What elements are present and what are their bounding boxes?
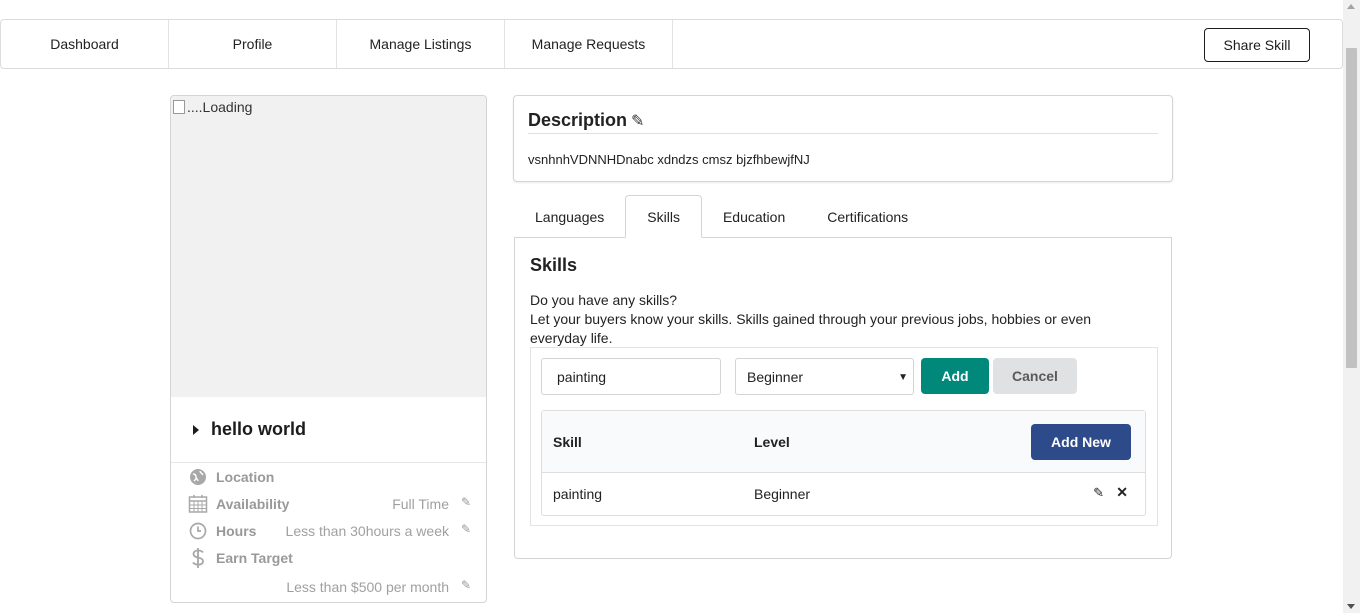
profile-info: Location Availability Full Time ✎ Hours … [171, 464, 486, 595]
hours-edit-icon[interactable]: ✎ [461, 522, 471, 536]
row-level: Beginner [754, 486, 811, 502]
tab-skills[interactable]: Skills [625, 195, 702, 238]
profile-tabs: Languages Skills Education Certification… [514, 195, 929, 238]
description-header: Description ✎ [528, 108, 1158, 134]
edit-row-icon[interactable]: ✎ [1093, 485, 1104, 501]
profile-photo[interactable]: ....Loading [171, 96, 486, 397]
skills-table: Skill Level Add New painting Beginner ✎ … [541, 410, 1146, 516]
dollar-icon [188, 548, 208, 568]
tab-languages[interactable]: Languages [514, 195, 625, 238]
top-nav: Dashboard Profile Manage Listings Manage… [0, 19, 1343, 69]
skills-table-header: Skill Level Add New [542, 411, 1145, 473]
profile-card: ....Loading hello world Location Availab… [170, 95, 487, 603]
cancel-button[interactable]: Cancel [993, 358, 1077, 394]
location-label: Location [216, 469, 275, 485]
delete-row-icon[interactable]: ✕ [1116, 484, 1128, 501]
skills-form-box: Beginner ▼ Add Cancel Skill Level Add Ne… [530, 347, 1158, 526]
column-skill: Skill [553, 434, 582, 450]
earn-target-row: Earn Target Less than $500 per month ✎ [171, 545, 486, 595]
nav-manage-listings[interactable]: Manage Listings [337, 20, 505, 68]
skills-question: Do you have any skills? [530, 292, 678, 308]
description-text: vsnhnhVDNNHDnabc xdndzs cmsz bjzfhbewjfN… [528, 152, 810, 167]
broken-image-icon [173, 100, 185, 114]
description-title: Description [528, 110, 628, 130]
column-level: Level [754, 434, 790, 450]
skills-help-text: Let your buyers know your skills. Skills… [530, 311, 1092, 346]
add-skill-button[interactable]: Add [921, 358, 989, 394]
pencil-icon[interactable]: ✎ [631, 111, 644, 131]
location-row: Location [171, 464, 486, 491]
scrollbar-thumb[interactable] [1346, 48, 1357, 368]
tab-education[interactable]: Education [702, 195, 806, 238]
earn-target-label: Earn Target [216, 550, 293, 566]
calendar-icon [188, 494, 208, 514]
table-row: painting Beginner ✎ ✕ [542, 473, 1145, 515]
availability-value: Full Time [392, 496, 449, 512]
earn-target-edit-icon[interactable]: ✎ [461, 578, 471, 592]
nav-manage-requests[interactable]: Manage Requests [505, 20, 673, 68]
earn-target-value: Less than $500 per month [286, 579, 449, 595]
skills-panel: Skills Do you have any skills? Let your … [514, 237, 1172, 559]
skills-panel-description: Do you have any skills? Let your buyers … [530, 291, 1150, 348]
nav-dashboard[interactable]: Dashboard [1, 20, 169, 68]
caret-right-icon [193, 424, 199, 435]
profile-name: hello world [211, 419, 307, 439]
share-skill-button[interactable]: Share Skill [1204, 28, 1310, 62]
add-new-button[interactable]: Add New [1031, 424, 1131, 460]
availability-row: Availability Full Time ✎ [171, 491, 486, 518]
description-card: Description ✎ vsnhnhVDNNHDnabc xdndzs cm… [513, 95, 1173, 182]
skill-name-input[interactable] [541, 358, 721, 395]
availability-label: Availability [216, 496, 290, 512]
nav-profile[interactable]: Profile [169, 20, 337, 68]
clock-icon [188, 521, 208, 541]
skill-level-selected: Beginner [747, 368, 804, 385]
skills-panel-title: Skills [530, 255, 578, 275]
profile-name-row[interactable]: hello world [171, 397, 486, 463]
scroll-up-arrow-icon[interactable] [1347, 4, 1355, 9]
photo-alt-label: ....Loading [187, 99, 253, 115]
hours-value: Less than 30hours a week [285, 523, 449, 539]
tab-certifications[interactable]: Certifications [806, 195, 929, 238]
hours-label: Hours [216, 523, 257, 539]
hours-row: Hours Less than 30hours a week ✎ [171, 518, 486, 545]
chevron-down-icon: ▼ [898, 372, 908, 383]
skill-level-select[interactable]: Beginner ▼ [735, 358, 914, 395]
photo-alt-text: ....Loading [173, 99, 252, 115]
scroll-down-arrow-icon[interactable] [1347, 604, 1355, 609]
page-scrollbar[interactable] [1343, 0, 1360, 613]
row-skill: painting [553, 486, 603, 502]
globe-icon [188, 467, 208, 487]
availability-edit-icon[interactable]: ✎ [461, 495, 471, 509]
